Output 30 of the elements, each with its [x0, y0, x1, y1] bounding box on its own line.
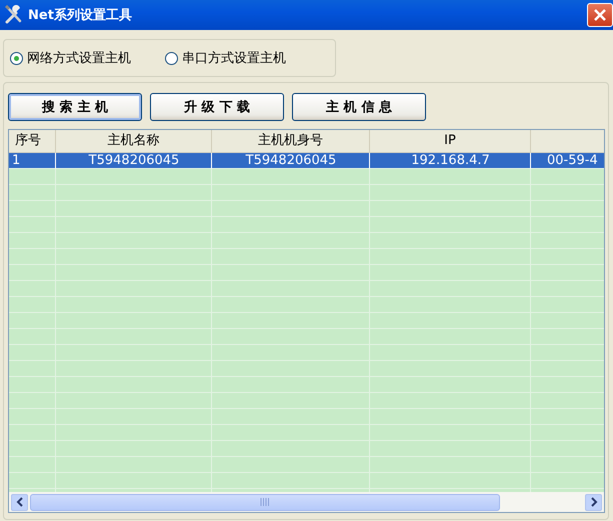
window-title: Net系列设置工具	[28, 6, 133, 24]
column-header[interactable]: 序号	[9, 130, 56, 152]
chevron-right-icon	[590, 497, 598, 507]
radio-label: 网络方式设置主机	[27, 50, 131, 67]
table-cell: T5948206045	[212, 153, 370, 169]
table-cell: 192.168.4.7	[370, 153, 531, 169]
chevron-left-icon	[16, 497, 24, 507]
radio-option[interactable]: 网络方式设置主机	[10, 49, 131, 67]
table-cell: 00-59-4	[531, 153, 604, 169]
action-button[interactable]: 主 机 信 息	[292, 93, 426, 121]
action-button[interactable]: 搜 索 主 机	[8, 93, 142, 121]
column-header[interactable]: IP	[370, 130, 531, 152]
action-button[interactable]: 升 级 下 载	[150, 93, 284, 121]
radio-button[interactable]	[165, 52, 178, 64]
radio-label: 串口方式设置主机	[182, 50, 286, 67]
radio-option[interactable]: 串口方式设置主机	[165, 49, 286, 67]
radio-button[interactable]	[10, 52, 23, 64]
table-cell: T5948206045	[56, 153, 212, 169]
column-header[interactable]: 主机机身号	[212, 130, 370, 152]
grip-icon	[260, 498, 270, 506]
scroll-left-button[interactable]	[11, 494, 28, 510]
scrollbar-thumb[interactable]	[30, 494, 500, 510]
table-cell: 1	[9, 153, 56, 169]
close-button[interactable]	[587, 3, 613, 27]
scroll-right-button[interactable]	[585, 494, 602, 510]
horizontal-scrollbar[interactable]	[9, 492, 604, 512]
wrench-screwdriver-icon	[4, 5, 24, 25]
column-header[interactable]: 主机名称	[56, 130, 212, 152]
table-row[interactable]: 1 T5948206045 T5948206045 192.168.4.7 00-59-4	[9, 153, 604, 169]
close-icon	[593, 8, 607, 22]
